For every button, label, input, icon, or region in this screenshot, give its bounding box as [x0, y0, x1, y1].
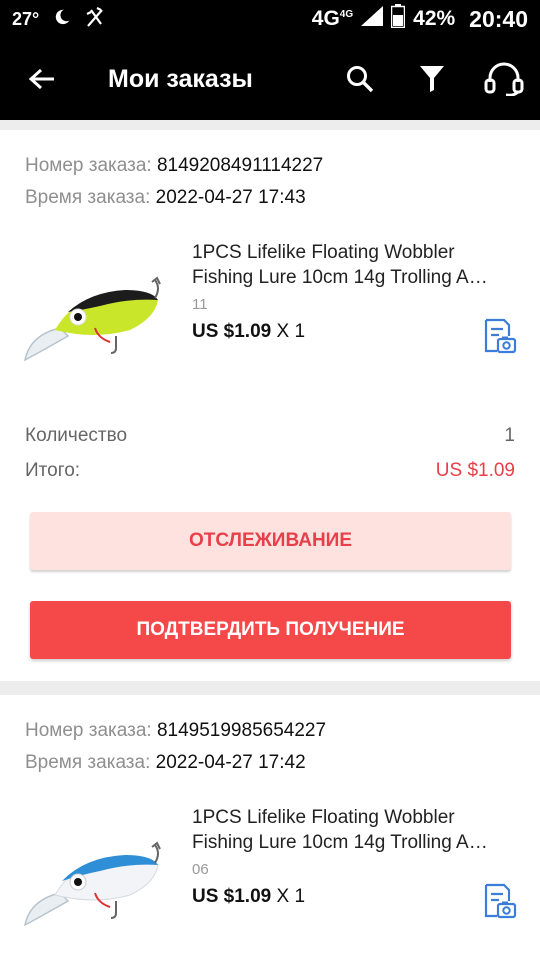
orders-list[interactable]: Номер заказа: 8149208491114227 Время зак…: [0, 120, 540, 960]
product-title[interactable]: 1PCS Lifelike Floating Wobbler Fishing L…: [192, 805, 517, 855]
filter-icon[interactable]: [396, 38, 468, 120]
status-bar: 27° 4G4G 42% 20:40: [0, 0, 540, 38]
product-image[interactable]: [20, 805, 170, 955]
tool-icon: [85, 6, 105, 33]
order-card: Номер заказа: 8149208491114227 Время зак…: [0, 130, 540, 681]
temperature: 27°: [12, 8, 40, 29]
order-card: Номер заказа: 8149519985654227 Время зак…: [0, 695, 540, 960]
product-variant: 11: [192, 296, 208, 313]
snapshot-icon[interactable]: [483, 883, 517, 919]
product-price: US $1.09 X 1: [192, 321, 306, 342]
confirm-receipt-button[interactable]: ПОДТВЕРДИТЬ ПОЛУЧЕНИЕ: [30, 601, 511, 659]
clock: 20:40: [469, 5, 528, 32]
track-button[interactable]: ОТСЛЕЖИВАНИЕ: [30, 512, 511, 570]
moon-icon: [53, 8, 71, 31]
order-number: Номер заказа: 8149519985654227: [25, 720, 327, 741]
order-product[interactable]: 1PCS Lifelike Floating Wobbler Fishing L…: [23, 805, 517, 960]
battery-icon: [390, 4, 406, 34]
total-row: Итого: US $1.09: [25, 460, 515, 481]
search-icon[interactable]: [324, 38, 396, 120]
product-price: US $1.09 X 1: [192, 886, 306, 907]
network-type: 4G4G: [311, 7, 354, 30]
product-title[interactable]: 1PCS Lifelike Floating Wobbler Fishing L…: [192, 240, 517, 290]
snapshot-icon[interactable]: [483, 318, 517, 354]
order-number: Номер заказа: 8149208491114227: [25, 155, 324, 176]
headset-icon[interactable]: [468, 38, 540, 120]
app-toolbar: Мои заказы: [0, 38, 540, 120]
back-arrow-icon[interactable]: [0, 38, 84, 120]
order-product[interactable]: 1PCS Lifelike Floating Wobbler Fishing L…: [23, 240, 517, 400]
quantity-row: Количество 1: [25, 425, 515, 446]
battery-percent: 42%: [413, 7, 456, 30]
order-time: Время заказа: 2022-04-27 17:42: [25, 752, 306, 773]
product-variant: 06: [192, 861, 209, 878]
product-image[interactable]: [20, 240, 170, 390]
page-title: Мои заказы: [108, 64, 253, 93]
order-time: Время заказа: 2022-04-27 17:43: [25, 187, 306, 208]
signal-icon: [361, 6, 384, 32]
